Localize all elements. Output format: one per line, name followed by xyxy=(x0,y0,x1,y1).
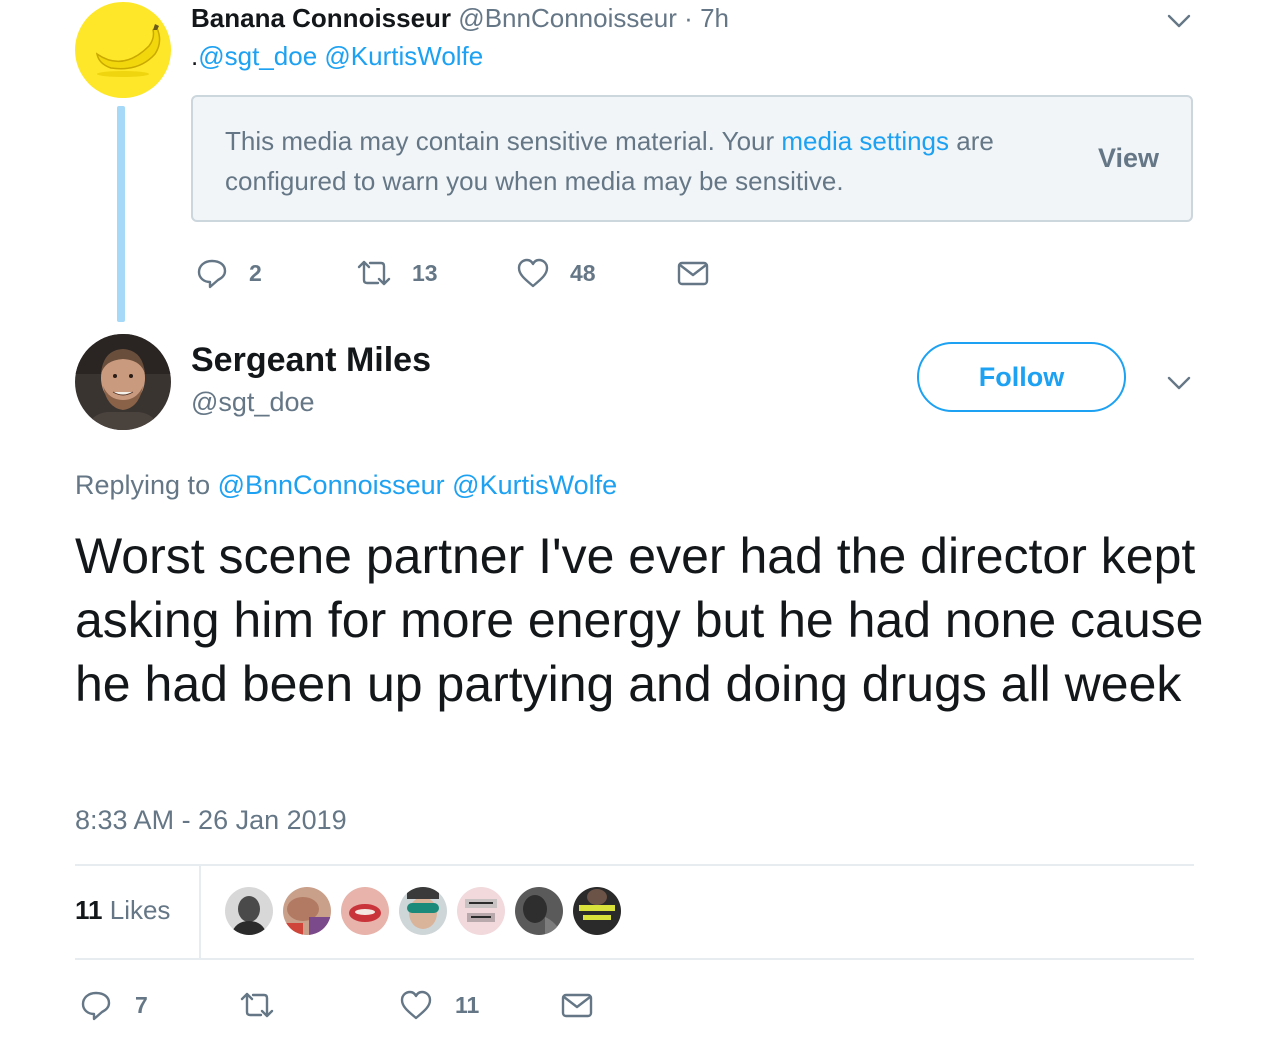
retweet-icon xyxy=(357,260,391,286)
reply-action[interactable]: 7 xyxy=(79,988,148,1022)
parent-retweet-action[interactable]: 13 xyxy=(356,256,438,290)
retweet-action[interactable] xyxy=(239,988,295,1022)
heart-icon xyxy=(517,258,549,288)
likes-stat[interactable]: 11 Likes xyxy=(75,894,170,926)
tweet-timestamp[interactable]: 8:33 AM - 26 Jan 2019 xyxy=(75,803,347,837)
replying-to-line: Replying to @BnnConnoisseur @KurtisWolfe xyxy=(75,468,617,502)
main-author-handle[interactable]: @sgt_doe xyxy=(191,385,315,419)
mention-link[interactable]: @sgt_doe xyxy=(198,41,317,71)
sensitive-media-notice: This media may contain sensitive materia… xyxy=(191,95,1193,222)
envelope-icon xyxy=(561,993,593,1018)
main-author-name[interactable]: Sergeant Miles xyxy=(191,338,431,382)
parent-author-name[interactable]: Banana Connoisseur xyxy=(191,3,451,33)
likes-count-label: Likes xyxy=(109,895,171,925)
parent-like-action[interactable]: 48 xyxy=(516,256,596,290)
liker-avatar[interactable] xyxy=(283,887,331,935)
main-tweet-text: Worst scene partner I've ever had the di… xyxy=(75,528,1204,712)
chevron-down-icon[interactable] xyxy=(1166,370,1192,396)
parent-reply-action[interactable]: 2 xyxy=(195,256,262,290)
header-separator: · xyxy=(684,3,693,33)
thread-connector-line xyxy=(117,106,125,322)
reply-count: 2 xyxy=(249,259,262,286)
liker-avatar[interactable] xyxy=(457,887,505,935)
chevron-down-icon[interactable] xyxy=(1166,8,1192,34)
dm-action[interactable] xyxy=(560,988,594,1022)
liker-avatar[interactable] xyxy=(341,887,389,935)
liker-avatar[interactable] xyxy=(573,887,621,935)
reply-icon xyxy=(81,991,111,1021)
liker-avatar[interactable] xyxy=(399,887,447,935)
parent-dm-action[interactable] xyxy=(676,256,710,290)
like-count: 11 xyxy=(455,991,480,1018)
follow-button-label: Follow xyxy=(978,361,1065,392)
like-count: 48 xyxy=(570,259,596,286)
divider xyxy=(75,958,1194,960)
envelope-icon xyxy=(677,261,709,286)
reply-count: 7 xyxy=(135,991,148,1018)
mention-link[interactable]: @BnnConnoisseur xyxy=(218,470,445,500)
retweet-count: 13 xyxy=(412,259,438,286)
parent-author-handle[interactable]: @BnnConnoisseur xyxy=(458,3,677,33)
heart-icon xyxy=(400,990,432,1020)
reply-icon xyxy=(197,259,227,289)
main-author-avatar[interactable] xyxy=(75,334,171,430)
parent-tweet-time[interactable]: 7h xyxy=(700,3,729,33)
replying-to-label: Replying to xyxy=(75,470,211,500)
parent-tweet-header: Banana Connoisseur @BnnConnoisseur · 7h xyxy=(191,2,729,34)
banana-icon xyxy=(95,24,161,77)
mention-link[interactable]: @KurtisWolfe xyxy=(324,41,483,71)
notice-text-start: This media may contain sensitive materia… xyxy=(225,126,782,156)
like-action[interactable]: 11 xyxy=(399,988,479,1022)
liker-avatar[interactable] xyxy=(515,887,563,935)
parent-author-avatar[interactable] xyxy=(75,2,171,98)
mention-link[interactable]: @KurtisWolfe xyxy=(452,470,617,500)
profile-photo xyxy=(75,334,171,430)
liker-avatar[interactable] xyxy=(225,887,273,935)
view-media-button[interactable]: View xyxy=(1098,143,1159,174)
media-settings-link[interactable]: media settings xyxy=(781,126,949,156)
follow-button[interactable]: Follow xyxy=(917,342,1126,412)
parent-tweet-text: .@sgt_doe @KurtisWolfe xyxy=(191,40,483,72)
likes-count-number: 11 xyxy=(75,895,103,925)
stats-separator xyxy=(199,866,201,958)
divider xyxy=(75,864,1194,866)
retweet-icon xyxy=(240,992,274,1018)
sensitive-notice-text: This media may contain sensitive materia… xyxy=(225,121,1075,201)
